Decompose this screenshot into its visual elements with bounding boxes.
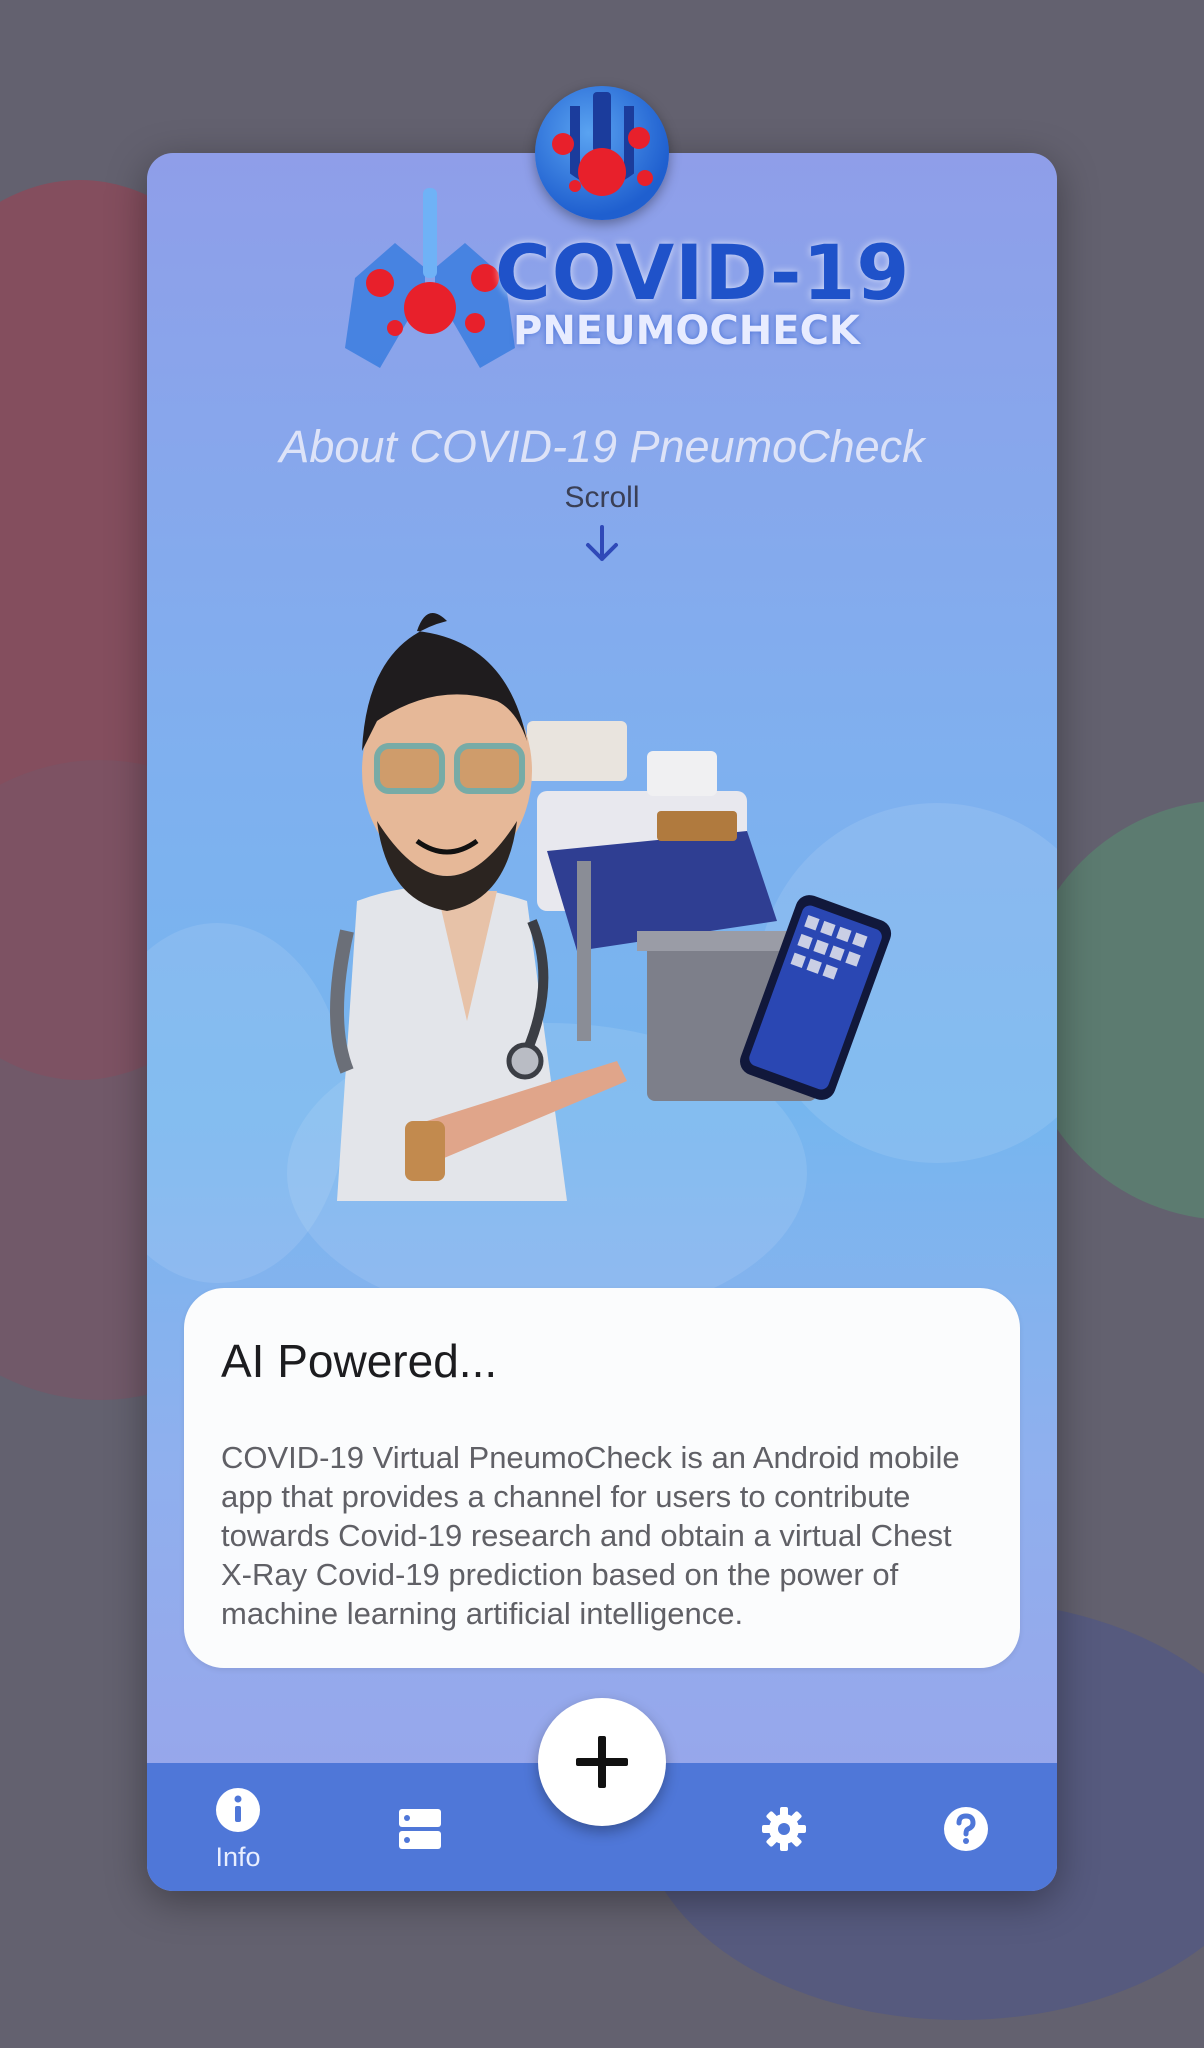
gear-icon (762, 1807, 806, 1851)
main-card: COVID-19 PNEUMOCHECK About COVID-19 Pneu… (147, 153, 1057, 1891)
add-button[interactable] (538, 1698, 666, 1826)
nav-item-settings[interactable] (724, 1765, 844, 1893)
arrow-down-icon[interactable] (580, 523, 624, 567)
scroll-label: Scroll (564, 481, 640, 514)
info-card: AI Powered... COVID-19 Virtual PneumoChe… (184, 1288, 1020, 1668)
help-icon (944, 1807, 988, 1851)
nav-item-storage[interactable] (360, 1765, 480, 1893)
app-badge (535, 86, 669, 220)
logo-title: COVID-19 (495, 228, 911, 317)
nav-item-info-label: Info (215, 1841, 261, 1872)
storage-icon (399, 1809, 441, 1849)
about-title: About COVID-19 PneumoCheck (279, 421, 925, 472)
lungs-badge-icon (552, 92, 653, 196)
doctor-illustration (330, 613, 892, 1201)
info-card-title: AI Powered... (221, 1335, 498, 1387)
info-icon (216, 1787, 260, 1832)
nav-item-help[interactable] (906, 1765, 1026, 1893)
logo-subtitle: PNEUMOCHECK (513, 308, 860, 354)
nav-item-info[interactable]: Info (178, 1765, 298, 1893)
info-card-body: COVID-19 Virtual PneumoCheck is an Andro… (221, 1440, 960, 1631)
plus-icon (576, 1736, 628, 1788)
